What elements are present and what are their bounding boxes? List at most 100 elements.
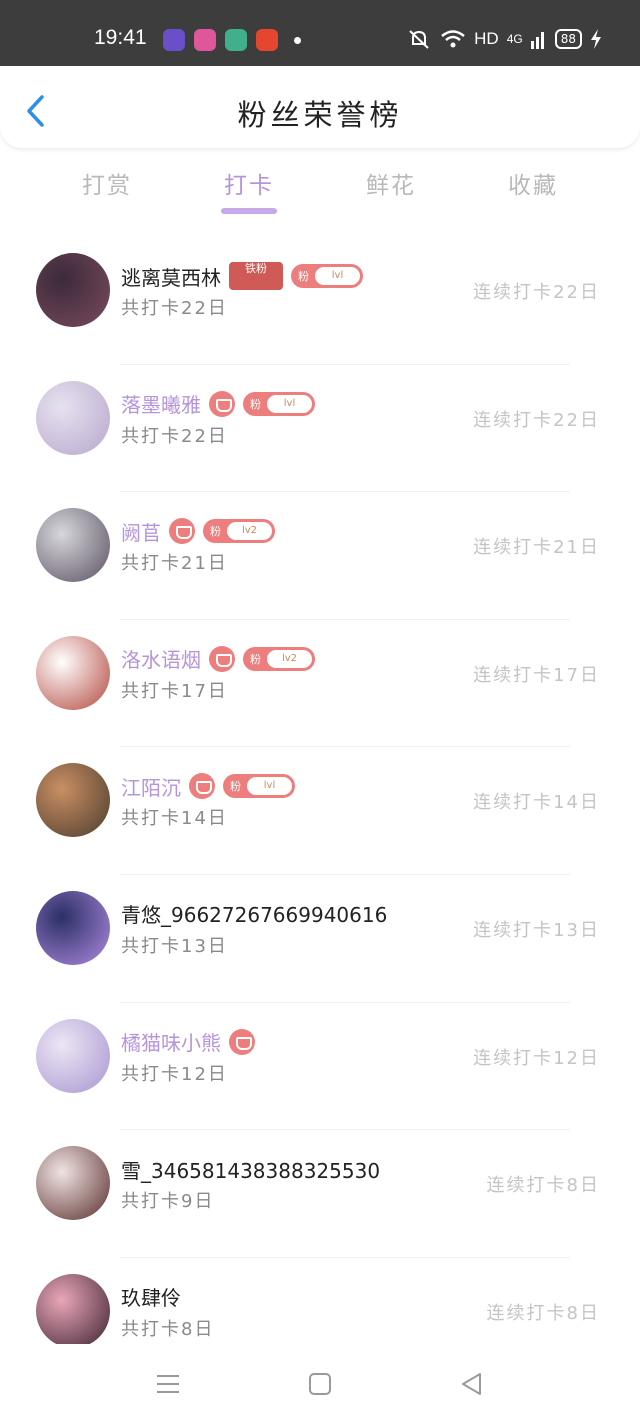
circle-app-icon [163, 29, 185, 51]
mute-bell-icon [409, 30, 429, 49]
name-row: 青悠_96627267669940616 [121, 899, 387, 929]
crab-app-icon [256, 29, 278, 51]
fan-level-label: lvl [267, 394, 312, 413]
fan-badge-prefix: 粉 [298, 270, 309, 283]
signal-bars-icon [530, 32, 544, 49]
avatar[interactable] [36, 1273, 110, 1348]
avatar[interactable] [36, 508, 110, 583]
name-row: 玖肆伶 [121, 1282, 181, 1312]
total-checkins: 共打卡8日 [121, 1318, 215, 1340]
signal-label: 4G [506, 32, 523, 46]
list-item[interactable]: 橘猫味小熊 共打卡12日 连续打卡12日 [0, 1001, 640, 1130]
name-row: 雪_346581438388325530 [121, 1154, 380, 1184]
list-item[interactable]: 青悠_96627267669940616 共打卡13日 连续打卡13日 [0, 873, 640, 1002]
avatar[interactable] [36, 890, 110, 965]
diamond-icon [209, 645, 235, 672]
row-divider [120, 1256, 570, 1258]
status-indicators: HD 4G 88 [406, 26, 602, 52]
charging-icon [591, 29, 601, 49]
avatar[interactable] [36, 253, 110, 327]
total-checkins: 共打卡9日 [121, 1191, 215, 1213]
name-row: 逃离莫西林 铁粉 粉 lvl [121, 261, 363, 291]
iron-fan-badge: 铁粉 [229, 262, 283, 290]
avatar[interactable] [36, 1146, 110, 1221]
user-name[interactable]: 橘猫味小熊 [121, 1027, 221, 1056]
list-item[interactable]: 江陌沉 粉 lvl 共打卡14日 连续打卡14日 [0, 746, 640, 874]
user-name[interactable]: 落墨曦雅 [121, 389, 201, 418]
fan-level-badge: 粉 lvl [291, 264, 363, 288]
fan-level-badge: 粉 lvl [243, 391, 315, 416]
status-time: 19:41 [94, 26, 147, 49]
streak-checkins: 连续打卡8日 [486, 1175, 600, 1197]
user-name[interactable]: 逃离莫西林 [121, 262, 221, 291]
fan-level-label: lv2 [227, 522, 272, 541]
avatar[interactable] [36, 763, 110, 838]
row-divider [120, 1001, 570, 1003]
fan-badge-prefix: 粉 [250, 652, 261, 666]
tab-checkin[interactable]: 打卡 [224, 166, 274, 200]
status-bar: 19:41 HD 4G 88 [0, 0, 640, 66]
battery-indicator: 88 [554, 29, 582, 49]
diamond-icon [229, 1028, 255, 1055]
network-label: HD [474, 29, 499, 48]
total-checkins: 共打卡12日 [121, 1063, 228, 1085]
total-checkins: 共打卡13日 [121, 935, 228, 957]
home-square-icon[interactable] [306, 1370, 334, 1398]
fan-badge-prefix: 粉 [250, 397, 261, 411]
diamond-icon [209, 390, 235, 417]
fan-level-label: lvl [315, 267, 360, 285]
user-name[interactable]: 江陌沉 [121, 772, 181, 801]
flower-app-icon [194, 29, 216, 51]
user-name[interactable]: 阙苢 [121, 517, 161, 546]
total-checkins: 共打卡22日 [121, 298, 228, 319]
list-item[interactable]: 洛水语烟 粉 lv2 共打卡17日 连续打卡17日 [0, 618, 640, 747]
fan-level-label: lv2 [267, 649, 312, 668]
user-name[interactable]: 洛水语烟 [121, 644, 201, 673]
active-tab-indicator [221, 208, 277, 214]
streak-checkins: 连续打卡8日 [486, 1302, 600, 1324]
list-item[interactable]: 阙苢 粉 lv2 共打卡21日 连续打卡21日 [0, 491, 640, 619]
user-name[interactable]: 青悠_96627267669940616 [121, 899, 387, 928]
user-name[interactable]: 雪_346581438388325530 [121, 1155, 380, 1184]
row-divider [120, 491, 570, 493]
system-nav-bar [0, 1344, 640, 1422]
diamond-icon [189, 773, 215, 800]
back-triangle-icon[interactable] [458, 1370, 486, 1398]
avatar[interactable] [36, 1018, 110, 1093]
name-row: 洛水语烟 粉 lv2 [121, 644, 315, 674]
streak-checkins: 连续打卡21日 [473, 537, 600, 559]
total-checkins: 共打卡17日 [121, 680, 228, 702]
avatar[interactable] [36, 635, 110, 710]
name-row: 落墨曦雅 粉 lvl [121, 389, 315, 419]
wifi-icon [441, 30, 465, 48]
name-row: 江陌沉 粉 lvl [121, 771, 295, 801]
row-divider [120, 746, 570, 748]
streak-checkins: 连续打卡14日 [473, 792, 600, 814]
total-checkins: 共打卡14日 [121, 808, 228, 830]
row-divider [120, 873, 570, 875]
list-item[interactable]: 逃离莫西林 铁粉 粉 lvl 共打卡22日 连续打卡22日 [0, 236, 640, 364]
streak-checkins: 连续打卡22日 [473, 282, 600, 303]
user-name[interactable]: 玖肆伶 [121, 1282, 181, 1311]
tab-flowers[interactable]: 鲜花 [366, 166, 416, 200]
fan-level-badge: 粉 lv2 [243, 646, 315, 671]
book-app-icon [225, 29, 247, 51]
row-divider [120, 618, 570, 620]
diamond-icon [169, 518, 195, 545]
menu-icon[interactable] [154, 1370, 182, 1398]
list-item[interactable]: 落墨曦雅 粉 lvl 共打卡22日 连续打卡22日 [0, 363, 640, 492]
page-header: 粉丝荣誉榜 [0, 66, 640, 148]
tab-favorites[interactable]: 收藏 [508, 166, 558, 200]
streak-checkins: 连续打卡22日 [473, 409, 600, 431]
row-divider [120, 1129, 570, 1131]
tab-reward[interactable]: 打赏 [82, 166, 132, 200]
list-item[interactable]: 雪_346581438388325530 共打卡9日 连续打卡8日 [0, 1129, 640, 1257]
row-divider [120, 363, 570, 365]
fan-level-label: lvl [247, 777, 292, 796]
fan-level-badge: 粉 lv2 [203, 519, 275, 544]
name-row: 阙苢 粉 lv2 [121, 516, 275, 546]
avatar[interactable] [36, 380, 110, 455]
total-checkins: 共打卡21日 [121, 553, 228, 575]
fan-badge-prefix: 粉 [230, 780, 241, 794]
name-row: 橘猫味小熊 [121, 1027, 255, 1057]
